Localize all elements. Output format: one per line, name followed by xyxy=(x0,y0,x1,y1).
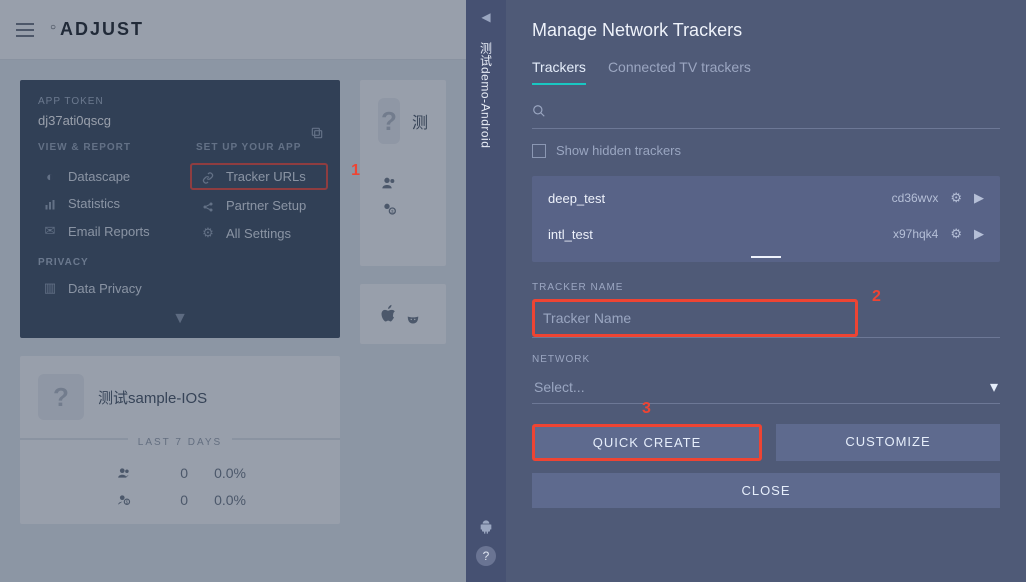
search-input[interactable] xyxy=(532,100,1000,129)
help-icon[interactable]: ? xyxy=(476,546,496,566)
email-icon: ✉ xyxy=(42,223,58,239)
rail-app-name: 测试demo-Android xyxy=(478,42,495,148)
privacy-icon: ▥ xyxy=(42,280,58,296)
main-area: APP TOKEN dj37ati0qscg VIEW & REPORT ◐Da… xyxy=(0,60,466,582)
close-button[interactable]: CLOSE xyxy=(532,473,1000,508)
caret-down-icon: ▾ xyxy=(990,377,998,397)
show-hidden-label: Show hidden trackers xyxy=(556,143,681,158)
side-rail: ◀ 测试demo-Android ? xyxy=(466,0,506,582)
menu-email-reports[interactable]: ✉Email Reports xyxy=(38,217,164,245)
left-pane: ○ADJUST APP TOKEN dj37ati0qscg VIEW & RE… xyxy=(0,0,466,582)
datascape-icon: ◐ xyxy=(42,169,58,184)
tracker-name: deep_test xyxy=(548,191,862,206)
tracker-token: cd36wvx xyxy=(874,191,938,205)
tab-trackers[interactable]: Trackers xyxy=(532,59,586,85)
set-up-col: SET UP YOUR APP Tracker URLs Partner Set… xyxy=(196,142,322,247)
drag-handle-icon[interactable] xyxy=(751,256,781,258)
right-body: Manage Network Trackers Trackers Connect… xyxy=(506,0,1026,582)
android-icon xyxy=(478,518,494,536)
menu-data-privacy[interactable]: ▥Data Privacy xyxy=(38,274,322,302)
chevron-right-icon[interactable]: ▶ xyxy=(974,226,984,242)
tracker-row[interactable]: deep_test cd36wvx ⚙ ▶ xyxy=(532,180,1000,216)
app-token-value: dj37ati0qscg xyxy=(38,113,322,128)
menu-datascape[interactable]: ◐Datascape xyxy=(38,163,164,190)
mask-icon xyxy=(406,311,420,329)
panel-title: Manage Network Trackers xyxy=(532,20,1000,41)
cut-app-name: 测 xyxy=(412,109,428,133)
tracker-name-label: TRACKER NAME xyxy=(532,282,1000,293)
gear-icon[interactable]: ⚙ xyxy=(950,190,962,206)
logo: ○ADJUST xyxy=(52,19,144,40)
appstore-icon xyxy=(378,304,400,324)
view-report-label: VIEW & REPORT xyxy=(38,142,164,153)
statistics-icon xyxy=(42,196,58,211)
revenue-icon: $ xyxy=(114,489,134,510)
share-icon xyxy=(200,198,216,213)
ios-app-card[interactable]: ? 测试sample-IOS LAST 7 DAYS 0 0.0% xyxy=(20,356,340,524)
tabs: Trackers Connected TV trackers xyxy=(532,59,1000,86)
rail-collapse-icon[interactable]: ◀ xyxy=(481,10,490,24)
users-icon xyxy=(114,462,134,483)
last7-label: LAST 7 DAYS xyxy=(128,437,232,448)
tracker-name-field-highlight xyxy=(532,299,858,337)
search-icon xyxy=(532,102,546,118)
network-value: Select... xyxy=(534,379,990,395)
stat-revenue: 0 xyxy=(148,492,188,508)
cut-app-card[interactable]: ? 测 $ xyxy=(360,80,446,266)
tab-ctv[interactable]: Connected TV trackers xyxy=(608,59,751,85)
stat-revenue-pct: 0.0% xyxy=(202,492,246,508)
tracker-row[interactable]: intl_test x97hqk4 ⚙ ▶ xyxy=(532,216,1000,252)
customize-button[interactable]: CUSTOMIZE xyxy=(776,424,1000,461)
copy-icon[interactable] xyxy=(310,124,324,142)
gear-icon: ⚙ xyxy=(200,225,216,241)
quick-create-button[interactable]: QUICK CREATE xyxy=(532,424,762,461)
tracker-name-input[interactable] xyxy=(541,304,849,332)
menu-statistics[interactable]: Statistics xyxy=(38,190,164,217)
right-pane: ◀ 测试demo-Android ? Manage Network Tracke… xyxy=(466,0,1026,582)
svg-text:$: $ xyxy=(391,209,394,214)
chevron-right-icon[interactable]: ▶ xyxy=(974,190,984,206)
topbar: ○ADJUST xyxy=(0,0,466,60)
menu-partner-setup[interactable]: Partner Setup xyxy=(196,192,322,219)
link-icon xyxy=(200,169,216,184)
network-label: NETWORK xyxy=(532,354,1000,365)
tracker-name: intl_test xyxy=(548,227,862,242)
annotation-1: 1 xyxy=(351,162,360,180)
stat-users-pct: 0.0% xyxy=(202,465,246,481)
cut-card-2[interactable] xyxy=(360,284,446,344)
checkbox-icon xyxy=(532,144,546,158)
app-panel: APP TOKEN dj37ati0qscg VIEW & REPORT ◐Da… xyxy=(20,80,340,338)
menu-all-settings[interactable]: ⚙All Settings xyxy=(196,219,322,247)
view-report-col: VIEW & REPORT ◐Datascape Statistics ✉Ema… xyxy=(38,142,164,247)
app-token-label: APP TOKEN xyxy=(38,96,322,107)
tracker-list: deep_test cd36wvx ⚙ ▶ intl_test x97hqk4 … xyxy=(532,176,1000,262)
app-icon: ? xyxy=(378,98,400,144)
set-up-label: SET UP YOUR APP xyxy=(196,142,322,153)
chevron-down-icon[interactable]: ▼ xyxy=(38,310,322,328)
privacy-label: PRIVACY xyxy=(38,257,322,268)
network-select[interactable]: Select... ▾ xyxy=(532,371,1000,404)
menu-tracker-urls[interactable]: Tracker URLs xyxy=(190,163,328,190)
hamburger-icon[interactable] xyxy=(16,23,34,37)
app-icon: ? xyxy=(38,374,84,420)
tracker-token: x97hqk4 xyxy=(874,227,938,241)
gear-icon[interactable]: ⚙ xyxy=(950,226,962,242)
show-hidden-checkbox[interactable]: Show hidden trackers xyxy=(532,143,1000,158)
app-name: 测试sample-IOS xyxy=(98,387,207,408)
stat-users: 0 xyxy=(148,465,188,481)
